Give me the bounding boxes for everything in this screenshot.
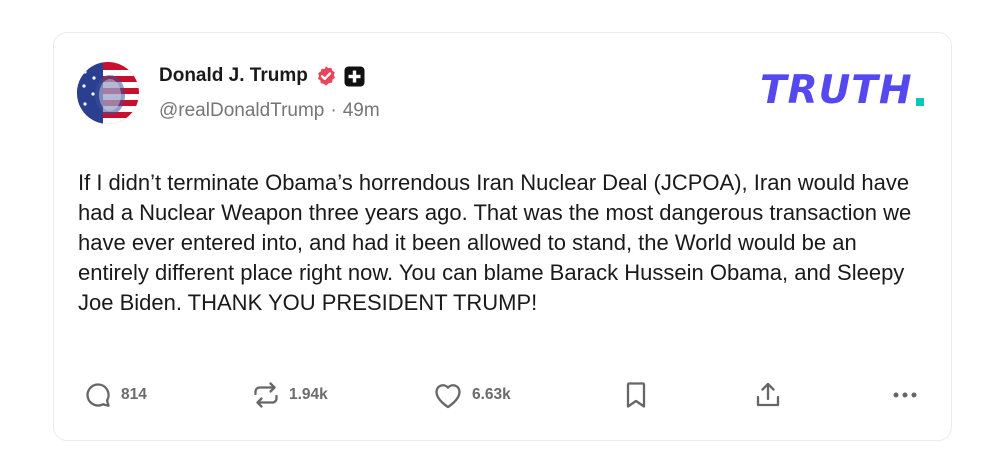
bookmark-button[interactable]	[622, 378, 650, 412]
retruth-icon	[254, 382, 278, 408]
author-display-name[interactable]: Donald J. Trump	[159, 65, 308, 87]
retruth-button[interactable]: 1.94k	[251, 378, 328, 412]
post-card: Donald J. Trump @realDonaldTrump · 49m T…	[53, 32, 952, 441]
verified-badge-icon	[315, 65, 337, 87]
reply-bubble-icon	[86, 383, 110, 407]
like-count: 6.63k	[472, 386, 511, 403]
like-button[interactable]: 6.63k	[432, 378, 511, 412]
post-body-text: If I didn’t terminate Obama’s horrendous…	[78, 170, 912, 315]
reply-count: 814	[121, 386, 147, 403]
plus-badge-icon	[344, 66, 365, 87]
avatar[interactable]	[77, 62, 139, 124]
post-actions-bar: 814 1.94k 6.63k	[83, 378, 925, 412]
truth-social-logo: TRUTH	[760, 71, 924, 110]
author-handle[interactable]: @realDonaldTrump	[159, 100, 324, 122]
logo-dot	[915, 98, 924, 106]
share-button[interactable]	[753, 378, 783, 412]
post-timestamp[interactable]: 49m	[343, 100, 380, 122]
more-dots-icon	[893, 392, 917, 398]
more-options-button[interactable]	[889, 378, 921, 412]
retruth-count: 1.94k	[289, 386, 328, 403]
heart-icon	[435, 384, 461, 409]
share-icon	[756, 382, 780, 407]
avatar-image	[77, 62, 139, 124]
meta-separator: ·	[330, 100, 337, 121]
bookmark-icon	[626, 382, 646, 408]
reply-button[interactable]: 814	[83, 378, 147, 412]
logo-text: TRUTH	[760, 68, 913, 113]
